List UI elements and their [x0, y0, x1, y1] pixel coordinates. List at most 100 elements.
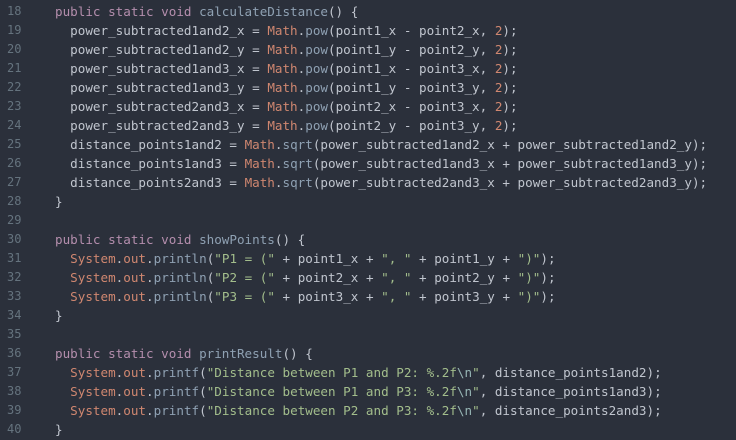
token-fn: pow — [305, 99, 328, 114]
token-str: "Distance between P1 and P2: %.2f — [206, 365, 457, 380]
token-cls: Math — [244, 175, 275, 190]
token-plain: power_subtracted1and2_y = — [70, 42, 268, 57]
code-line[interactable]: 27 distance_points2and3 = Math.sqrt(powe… — [0, 173, 736, 192]
token-str: "P3 = (" — [214, 289, 275, 304]
code-line[interactable]: 38 System.out.printf("Distance between P… — [0, 382, 736, 401]
token-cls: Math — [267, 61, 298, 76]
token-cls: System — [70, 270, 116, 285]
code-line[interactable]: 22 power_subtracted1and3_y = Math.pow(po… — [0, 78, 736, 97]
token-plain: power_subtracted2and3_x = — [70, 99, 268, 114]
line-number: 20 — [7, 42, 22, 56]
token-plain: , distance_points1and3); — [479, 384, 662, 399]
code-line[interactable]: 21 power_subtracted1and3_x = Math.pow(po… — [0, 59, 736, 78]
token-kw: public static void — [55, 4, 200, 19]
token-plain: . — [274, 156, 283, 171]
line-number: 40 — [7, 422, 22, 436]
code-text[interactable]: } — [55, 306, 63, 325]
token-cls: Math — [244, 137, 275, 152]
code-text[interactable]: distance_points2and3 = Math.sqrt(power_s… — [55, 173, 707, 192]
token-plain: power_subtracted1and3_x = — [70, 61, 268, 76]
token-plain: (power_subtracted1and3_x + power_subtrac… — [312, 156, 708, 171]
code-line[interactable]: 35 — [0, 325, 736, 344]
token-cls: out — [123, 365, 147, 380]
code-text[interactable]: System.out.printf("Distance between P1 a… — [55, 382, 662, 401]
token-str: "P2 = (" — [214, 270, 275, 285]
code-text[interactable]: System.out.println("P2 = (" + point2_x +… — [55, 268, 555, 287]
code-text[interactable]: } — [55, 420, 63, 439]
code-text[interactable]: power_subtracted1and3_x = Math.pow(point… — [55, 59, 517, 78]
code-text[interactable]: power_subtracted1and3_y = Math.pow(point… — [55, 78, 517, 97]
line-number: 30 — [7, 232, 22, 246]
code-line[interactable]: 34} — [0, 306, 736, 325]
code-text[interactable]: System.out.printf("Distance between P2 a… — [55, 401, 662, 420]
code-line[interactable]: 19 power_subtracted1and2_x = Math.pow(po… — [0, 21, 736, 40]
token-fn: println — [153, 289, 207, 304]
line-number: 25 — [7, 137, 22, 151]
token-str: ", " — [381, 270, 412, 285]
token-fn: pow — [305, 42, 328, 57]
token-cls: System — [70, 384, 116, 399]
code-text[interactable]: power_subtracted2and3_y = Math.pow(point… — [55, 116, 517, 135]
code-text[interactable]: System.out.println("P1 = (" + point1_x +… — [55, 249, 556, 268]
code-text[interactable]: System.out.println("P3 = (" + point3_x +… — [55, 287, 556, 306]
code-line[interactable]: 36 public static void printResult() { — [0, 344, 736, 363]
token-plain: (point1_y - point2_y, — [328, 42, 495, 57]
token-fn: println — [153, 270, 207, 285]
token-plain: () { — [282, 346, 313, 361]
token-fn: showPoints — [199, 232, 275, 247]
code-text[interactable]: } — [55, 192, 63, 211]
code-text[interactable]: public static void printResult() { — [55, 344, 313, 363]
line-number: 22 — [7, 80, 22, 94]
token-plain: ); — [540, 289, 556, 304]
token-cls: System — [70, 289, 116, 304]
token-cls: System — [70, 365, 116, 380]
code-line[interactable]: 24 power_subtracted2and3_y = Math.pow(po… — [0, 116, 736, 135]
token-fn: sqrt — [282, 156, 313, 171]
line-number: 21 — [7, 61, 22, 75]
code-line[interactable]: 25 distance_points1and2 = Math.sqrt(powe… — [0, 135, 736, 154]
code-text[interactable]: power_subtracted1and2_x = Math.pow(point… — [55, 21, 517, 40]
token-str: ", " — [381, 251, 412, 266]
code-text[interactable]: distance_points1and2 = Math.sqrt(power_s… — [55, 135, 707, 154]
code-text[interactable]: public static void calculateDistance() { — [55, 2, 358, 21]
code-line[interactable]: 39 System.out.printf("Distance between P… — [0, 401, 736, 420]
code-text[interactable]: System.out.printf("Distance between P1 a… — [55, 363, 662, 382]
token-fn: pow — [305, 61, 328, 76]
code-text[interactable]: public static void showPoints() { — [55, 230, 305, 249]
code-line[interactable]: 29 — [0, 211, 736, 230]
code-text[interactable]: distance_points1and3 = Math.sqrt(power_s… — [55, 154, 707, 173]
code-line[interactable]: 30 public static void showPoints() { — [0, 230, 736, 249]
code-line[interactable]: 33 System.out.println("P3 = (" + point3_… — [0, 287, 736, 306]
token-plain: } — [55, 422, 63, 437]
code-line[interactable]: 32 System.out.println("P2 = (" + point2_… — [0, 268, 736, 287]
line-number: 29 — [7, 213, 22, 227]
token-plain: . — [146, 384, 154, 399]
token-str: ", " — [381, 289, 412, 304]
token-str: "Distance between P2 and P3: %.2f — [206, 403, 457, 418]
code-line[interactable]: 28} — [0, 192, 736, 211]
line-number: 28 — [7, 194, 22, 208]
code-line[interactable]: 26 distance_points1and3 = Math.sqrt(powe… — [0, 154, 736, 173]
token-kw: public static void — [55, 346, 200, 361]
code-line[interactable]: 23 power_subtracted2and3_x = Math.pow(po… — [0, 97, 736, 116]
code-text[interactable]: power_subtracted2and3_x = Math.pow(point… — [55, 97, 517, 116]
code-line[interactable]: 18 public static void calculateDistance()… — [0, 2, 736, 21]
code-line[interactable]: 37 System.out.printf("Distance between P… — [0, 363, 736, 382]
token-plain: (point1_x - point3_x, — [328, 61, 495, 76]
code-line[interactable]: 20 power_subtracted1and2_y = Math.pow(po… — [0, 40, 736, 59]
token-cls: out — [123, 289, 147, 304]
token-plain: (power_subtracted2and3_x + power_subtrac… — [312, 175, 708, 190]
token-fn: pow — [305, 23, 328, 38]
code-text[interactable]: power_subtracted1and2_y = Math.pow(point… — [55, 40, 517, 59]
code-line[interactable]: 31 System.out.println("P1 = (" + point1_… — [0, 249, 736, 268]
code-editor[interactable]: 18 public static void calculateDistance()… — [0, 2, 736, 440]
code-line[interactable]: 40} — [0, 420, 736, 439]
line-number: 34 — [7, 308, 22, 322]
token-fn: printResult — [199, 346, 283, 361]
token-plain: ( — [199, 403, 207, 418]
token-cls: out — [123, 251, 147, 266]
token-plain: ); — [540, 251, 556, 266]
token-str: " — [472, 365, 480, 380]
